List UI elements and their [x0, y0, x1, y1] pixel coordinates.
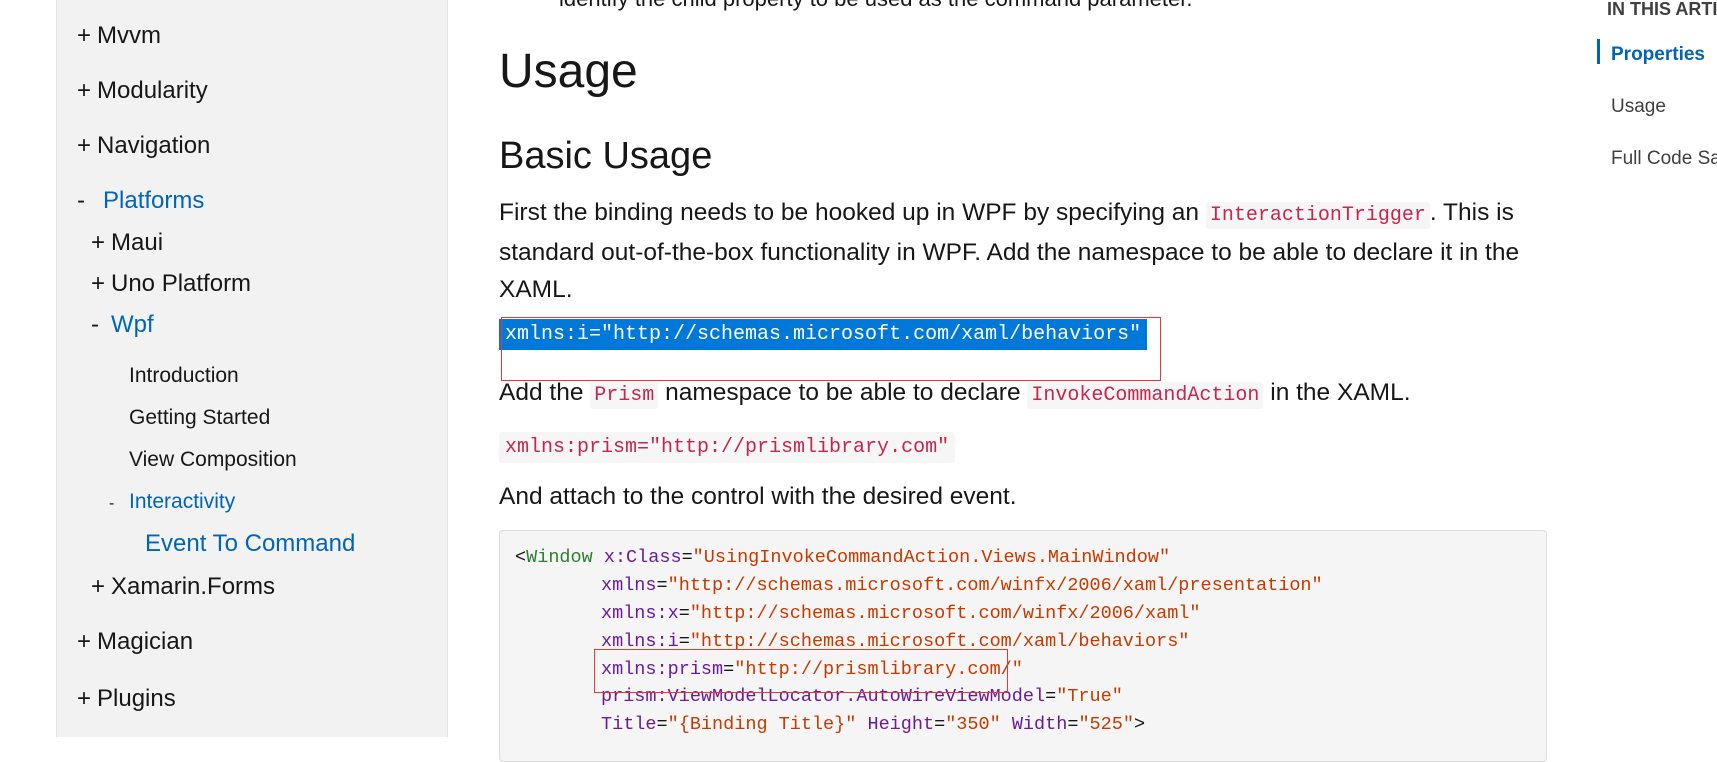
inline-code: InvokeCommandAction — [1027, 382, 1264, 409]
nav-item-label: Interactivity — [129, 490, 236, 513]
nav-item-label: Uno Platform — [111, 270, 252, 297]
nav-item-view-composition[interactable]: View Composition — [129, 448, 297, 472]
expand-icon: + — [91, 270, 106, 297]
paragraph-prism: Add the Prism namespace to be able to de… — [499, 379, 1411, 409]
paragraph-binding: First the binding needs to be hooked up … — [499, 199, 1520, 303]
toc-item-properties[interactable]: Properties — [1611, 44, 1705, 66]
nav-item-label: Platforms — [103, 187, 205, 214]
nav-item-plugins[interactable]: + Plugins — [77, 685, 176, 713]
sidebar-nav: + Mvvm + Modularity + Navigation - Platforms… — [56, 0, 448, 737]
article-toc: IN THIS ARTICLE Properties Usage Full Co… — [1597, 0, 1717, 737]
nav-item-label: Magician — [97, 628, 194, 655]
code-line: Title="{Binding Title}" Height="350" Wid… — [601, 714, 1146, 735]
expand-icon: + — [91, 573, 106, 600]
nav-item-label: Xamarin.Forms — [111, 573, 276, 600]
nav-item-label: Getting Started — [129, 406, 271, 429]
inline-code: Prism — [590, 382, 659, 409]
nav-item-platforms[interactable]: - Platforms — [77, 187, 204, 215]
nav-item-label: Maui — [111, 229, 164, 256]
heading-usage: Usage — [499, 45, 638, 98]
nav-item-event-to-command[interactable]: Event To Command — [145, 530, 355, 558]
selected-text: xmlns:i="http://schemas.microsoft.com/xa… — [499, 319, 1148, 350]
code-namespace-prism[interactable]: xmlns:prism="http://prismlibrary.com" — [499, 432, 956, 463]
expand-icon: + — [77, 685, 92, 712]
collapse-icon: - — [77, 187, 85, 214]
code-line: xmlns:prism="http://prismlibrary.com/" — [601, 659, 1023, 680]
nav-item-modularity[interactable]: + Modularity — [77, 77, 208, 105]
nav-item-introduction[interactable]: Introduction — [129, 364, 239, 388]
collapse-icon: - — [109, 495, 115, 512]
code-line: <Window x:Class="UsingInvokeCommandActio… — [515, 547, 1171, 568]
expand-icon: + — [91, 229, 106, 256]
nav-item-label: Event To Command — [145, 530, 356, 557]
nav-item-mvvm[interactable]: + Mvvm — [77, 22, 161, 50]
code-line: xmlns:i="http://schemas.microsoft.com/xa… — [601, 631, 1190, 652]
nav-item-label: Mvvm — [97, 22, 161, 49]
nav-item-xamarin-forms[interactable]: + Xamarin.Forms — [91, 573, 275, 601]
expand-icon: + — [77, 22, 92, 49]
heading-basic-usage: Basic Usage — [499, 135, 713, 177]
nav-item-maui[interactable]: + Maui — [91, 229, 163, 257]
nav-item-label: Wpf — [111, 311, 154, 338]
expand-icon: + — [77, 132, 92, 159]
nav-item-label: Navigation — [97, 132, 211, 159]
nav-item-label: Introduction — [129, 364, 239, 387]
toc-title: IN THIS ARTICLE — [1607, 0, 1717, 19]
code-line: prism:ViewModelLocator.AutoWireViewModel… — [601, 686, 1123, 707]
intro-text: identify the child property to be used a… — [559, 0, 1192, 12]
nav-item-label: Plugins — [97, 685, 176, 712]
code-line: xmlns="http://schemas.microsoft.com/winf… — [601, 575, 1323, 596]
expand-icon: + — [77, 628, 92, 655]
nav-item-navigation[interactable]: + Navigation — [77, 132, 210, 160]
toc-active-indicator — [1597, 39, 1600, 64]
paragraph-attach: And attach to the control with the desir… — [499, 483, 1017, 510]
code-namespace-behaviors[interactable]: xmlns:i="http://schemas.microsoft.com/xa… — [499, 319, 1148, 350]
code-line: xmlns:x="http://schemas.microsoft.com/wi… — [601, 603, 1201, 624]
nav-item-label: Modularity — [97, 77, 208, 104]
toc-item-usage[interactable]: Usage — [1611, 96, 1666, 118]
nav-item-magician[interactable]: + Magician — [77, 628, 193, 656]
toc-item-full-code-sample[interactable]: Full Code Sample — [1611, 148, 1717, 170]
article-content: identify the child property to be used a… — [499, 0, 1549, 762]
code-block[interactable]: <Window x:Class="UsingInvokeCommandActio… — [499, 530, 1547, 762]
nav-item-getting-started[interactable]: Getting Started — [129, 406, 270, 430]
inline-code: InteractionTrigger — [1205, 202, 1430, 229]
nav-item-wpf[interactable]: - Wpf — [91, 311, 154, 339]
nav-item-uno-platform[interactable]: + Uno Platform — [91, 270, 251, 298]
collapse-icon: - — [91, 311, 99, 338]
expand-icon: + — [77, 77, 92, 104]
nav-item-interactivity[interactable]: - Interactivity — [109, 490, 235, 514]
nav-item-label: View Composition — [129, 448, 297, 471]
